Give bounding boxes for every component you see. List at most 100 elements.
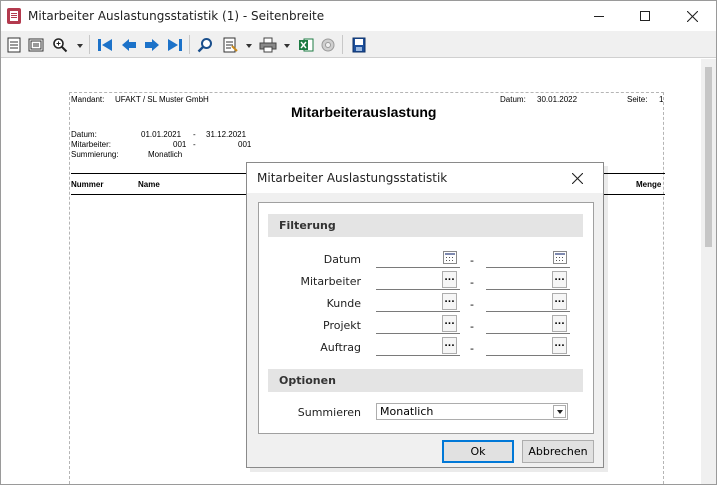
report-filter-datum-to: 31.12.2021 [206, 130, 247, 139]
ok-button[interactable]: Ok [442, 440, 514, 463]
auftrag-label: Auftrag [320, 341, 361, 354]
auftrag-range-dash: - [470, 342, 474, 355]
window-title: Mitarbeiter Auslastungsstatistik (1) - S… [28, 9, 325, 23]
report-filter-sum-label: Summierung: [71, 150, 119, 159]
projekt-from-input[interactable]: ... [376, 315, 460, 334]
report-filter-sum-value: Monatlich [148, 150, 183, 159]
cancel-button[interactable]: Abbrechen [522, 440, 594, 463]
datum-label: Datum [323, 253, 361, 266]
save-button[interactable] [350, 36, 368, 54]
excel-icon [299, 38, 314, 52]
report-filter-ma-label: Mitarbeiter: [71, 140, 112, 149]
auftrag-from-input[interactable]: ... [376, 337, 460, 356]
report-filter-ma-dash: - [193, 140, 196, 149]
datum-range-dash: - [470, 254, 474, 267]
report-mandant-value: UFAKT / SL Muster GmbH [115, 95, 209, 104]
zoom-dropdown-icon[interactable] [77, 44, 83, 48]
settings-button[interactable] [319, 36, 337, 54]
dialog-body: Filterung Datum - Mitarbeiter ... - ... … [258, 202, 594, 434]
kunde-from-input[interactable]: ... [376, 293, 460, 312]
summieren-select-value: Monatlich [380, 405, 434, 418]
print-button[interactable] [259, 36, 277, 54]
page-view-icon [7, 37, 21, 53]
datum-to-input[interactable] [486, 249, 570, 268]
report-filter-ma-to: 001 [238, 140, 252, 149]
toolbar [1, 31, 716, 58]
minimize-icon [594, 15, 604, 17]
print-dropdown-icon[interactable] [284, 44, 290, 48]
report-filter-datum-from: 01.01.2021 [141, 130, 182, 139]
calendar-icon[interactable] [553, 251, 567, 264]
projekt-to-input[interactable]: ... [486, 315, 570, 334]
save-icon [352, 37, 366, 53]
export-dropdown-icon[interactable] [246, 44, 252, 48]
toolbar-separator [189, 35, 190, 54]
page-width-button[interactable] [27, 36, 45, 54]
next-page-icon [145, 39, 159, 51]
mitarbeiter-to-input[interactable]: ... [486, 271, 570, 290]
maximize-icon [640, 11, 650, 21]
calendar-icon[interactable] [443, 251, 457, 264]
last-page-icon [168, 39, 182, 51]
dialog-title-bar: Mitarbeiter Auslastungsstatistik [247, 163, 603, 193]
mitarbeiter-from-browse-button[interactable]: ... [442, 271, 457, 288]
close-icon [571, 172, 583, 184]
report-filter-datum-dash: - [193, 130, 196, 139]
report-datum-value: 30.01.2022 [537, 95, 578, 104]
auftrag-from-browse-button[interactable]: ... [442, 337, 457, 354]
datum-from-input[interactable] [376, 249, 460, 268]
projekt-range-dash: - [470, 320, 474, 333]
close-icon [686, 10, 698, 22]
report-seite-label: Seite: [627, 95, 648, 104]
export-button[interactable] [221, 36, 239, 54]
page-width-icon [28, 38, 44, 52]
dialog-close-button[interactable] [567, 169, 587, 187]
maximize-button[interactable] [622, 1, 668, 31]
minimize-button[interactable] [576, 1, 622, 31]
next-page-button[interactable] [143, 36, 161, 54]
title-bar: Mitarbeiter Auslastungsstatistik (1) - S… [1, 1, 716, 31]
auftrag-to-input[interactable]: ... [486, 337, 570, 356]
report-filter-datum-label: Datum: [71, 130, 97, 139]
kunde-to-input[interactable]: ... [486, 293, 570, 312]
first-page-button[interactable] [96, 36, 114, 54]
settings-dialog: Mitarbeiter Auslastungsstatistik Filteru… [246, 162, 604, 468]
dialog-title: Mitarbeiter Auslastungsstatistik [257, 171, 448, 185]
excel-button[interactable] [297, 36, 315, 54]
page-view-button[interactable] [5, 36, 23, 54]
app-icon [7, 8, 21, 24]
zoom-button[interactable] [51, 36, 69, 54]
report-datum-label: Datum: [500, 95, 526, 104]
kunde-range-dash: - [470, 298, 474, 311]
kunde-from-browse-button[interactable]: ... [442, 293, 457, 310]
report-title: Mitarbeiterauslastung [291, 104, 437, 120]
mitarbeiter-from-input[interactable]: ... [376, 271, 460, 290]
projekt-label: Projekt [323, 319, 361, 332]
chevron-down-icon[interactable] [553, 405, 566, 418]
projekt-from-browse-button[interactable]: ... [442, 315, 457, 332]
search-icon [197, 38, 212, 53]
section-filterung: Filterung [268, 214, 583, 237]
auftrag-to-browse-button[interactable]: ... [552, 337, 567, 354]
report-filter-ma-from: 001 [173, 140, 187, 149]
mitarbeiter-range-dash: - [470, 276, 474, 289]
search-button[interactable] [196, 36, 214, 54]
mitarbeiter-to-browse-button[interactable]: ... [552, 271, 567, 288]
report-col-menge: Menge [636, 180, 662, 189]
mitarbeiter-label: Mitarbeiter [300, 275, 361, 288]
close-button[interactable] [669, 1, 715, 31]
report-mandant-label: Mandant: [71, 95, 105, 104]
prev-page-button[interactable] [120, 36, 138, 54]
summieren-label: Summieren [297, 406, 361, 419]
last-page-button[interactable] [166, 36, 184, 54]
kunde-to-browse-button[interactable]: ... [552, 293, 567, 310]
settings-icon [321, 38, 335, 52]
scrollbar-thumb[interactable] [705, 67, 712, 247]
report-col-nummer: Nummer [71, 180, 104, 189]
print-icon [259, 37, 277, 53]
summieren-select[interactable]: Monatlich [376, 403, 568, 420]
first-page-icon [98, 39, 112, 51]
projekt-to-browse-button[interactable]: ... [552, 315, 567, 332]
prev-page-icon [122, 39, 136, 51]
vertical-scrollbar[interactable] [701, 59, 716, 484]
